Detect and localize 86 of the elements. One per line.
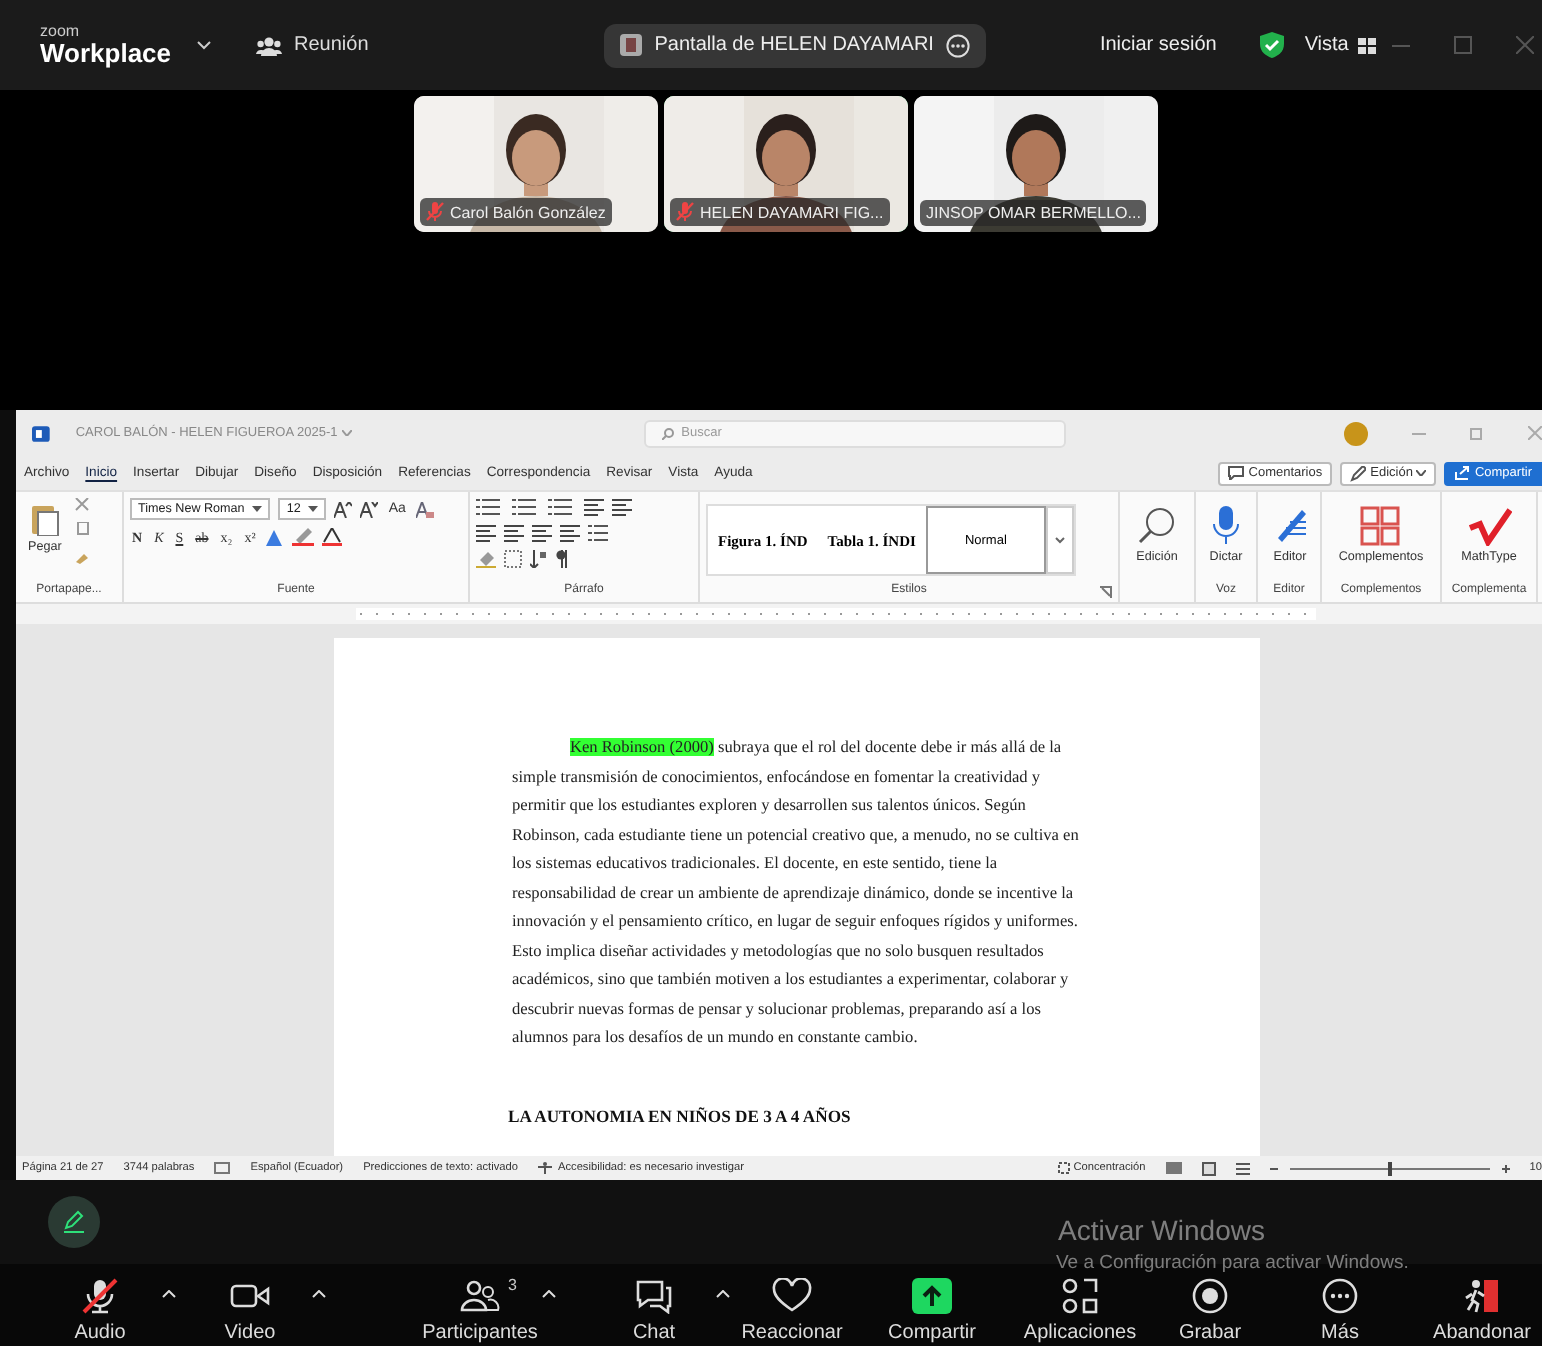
participant-name: Carol Balón González xyxy=(420,198,612,226)
body-paragraph: Ken Robinson (2000) subraya que el rol del docente debe ir más allá de la simple transmisión de conocimientos, enfocándose en fomentar la creatividad y permitir que los estudiantes exploren y desarrollen sus talentos únicos. Según Robinson, cada estudiante tiene un potencial creativo que, a menudo, no se cultiva en los sistemas educativos tradicionales. El docente, en este sentido, tiene la responsabilidad de crear un ambiente de aprendizaje dinámico, donde se incentive la innovación y el pensamiento crítico, en lugar de seguir enfoques rígidos y uniformes. Esto implica diseñar actividades y metodologías que no solo busquen resultados académicos, sino que también motiven a los estudiantes a experimentar, colaborar y descubrir nuevas formas de pensar y solucionar problemas, preparando así a los alumnos para los desafíos de un mundo en constante cambio. xyxy=(512,736,1081,1050)
zoom-slider[interactable] xyxy=(1269,1161,1510,1175)
activation-title: Activar Windows xyxy=(1058,1214,1267,1246)
borders-icon[interactable] xyxy=(504,550,522,568)
logo-caption: zoom xyxy=(40,24,82,40)
chevron-down-icon[interactable] xyxy=(252,506,263,512)
toolbar-button[interactable]: Abandonar xyxy=(1426,1276,1538,1346)
activation-text: Ve a Configuración para activar Windows. xyxy=(1056,1252,1409,1274)
print-layout-icon[interactable] xyxy=(1201,1161,1216,1175)
toolbar-button[interactable]: Grabar xyxy=(1154,1276,1266,1346)
list-icon[interactable] xyxy=(476,498,504,516)
more-icon xyxy=(1320,1278,1360,1314)
accessibility-icon xyxy=(538,1162,552,1174)
text-effects-icon[interactable] xyxy=(265,529,284,545)
shrink-font-icon[interactable] xyxy=(360,501,379,517)
app-logo: Workplace xyxy=(40,40,174,66)
word-icon xyxy=(32,425,50,441)
annotate-button[interactable] xyxy=(48,1196,100,1248)
list-icon[interactable] xyxy=(588,524,612,542)
proofing-icon[interactable] xyxy=(214,1162,231,1174)
more-icon xyxy=(945,33,970,57)
align-left-icon[interactable] xyxy=(476,524,496,542)
indent-icon[interactable] xyxy=(584,498,604,516)
toolbar-button[interactable]: Chat xyxy=(598,1276,710,1346)
toolbar-button[interactable]: Video xyxy=(194,1276,306,1346)
record-icon xyxy=(1190,1278,1230,1314)
chevron-down-icon[interactable] xyxy=(308,506,319,512)
sign-in-link[interactable]: Iniciar sesión xyxy=(1099,34,1217,56)
pilcrow-icon[interactable] xyxy=(556,550,568,568)
people-icon xyxy=(256,35,282,55)
microphone-icon xyxy=(1211,506,1240,546)
grid-icon xyxy=(1358,37,1377,53)
justify-icon[interactable] xyxy=(560,524,580,542)
pencil-icon xyxy=(62,1210,86,1234)
meeting-menu[interactable]: Reunión xyxy=(256,34,369,56)
people-icon xyxy=(460,1280,500,1312)
video-tile[interactable]: HELEN DAYAMARI FIG... xyxy=(664,96,908,232)
search-icon xyxy=(661,427,674,439)
video-tile[interactable]: JINSOP OMAR BERMELLO... xyxy=(914,96,1158,232)
toolbar-button[interactable]: Aplicaciones xyxy=(1024,1276,1136,1346)
heart-icon xyxy=(772,1278,812,1314)
toolbar-button[interactable]: Reaccionar xyxy=(736,1276,848,1346)
clear-format-icon[interactable] xyxy=(415,501,434,517)
video-tile[interactable]: Carol Balón González xyxy=(414,96,658,232)
list-icon[interactable] xyxy=(512,498,540,516)
square-root-icon xyxy=(1467,506,1511,546)
participant-name: JINSOP OMAR BERMELLO... xyxy=(920,200,1147,226)
web-layout-icon[interactable] xyxy=(1235,1161,1250,1175)
apps-icon xyxy=(1060,1278,1100,1314)
list-icon[interactable] xyxy=(548,498,576,516)
slider-thumb[interactable] xyxy=(1387,1161,1392,1175)
clipboard-icon xyxy=(29,502,60,536)
grow-font-icon[interactable] xyxy=(334,501,353,517)
participant-count: 3 xyxy=(508,1276,517,1294)
sort-icon[interactable] xyxy=(530,550,548,568)
view-menu[interactable]: Vista xyxy=(1304,34,1377,56)
toolbar-button[interactable]: Compartir xyxy=(876,1276,988,1346)
participant-name: HELEN DAYAMARI FIG... xyxy=(670,198,890,226)
shield-check-icon xyxy=(1260,32,1285,58)
align-right-icon[interactable] xyxy=(532,524,552,542)
share-screen-icon xyxy=(912,1278,952,1314)
add-ins-icon xyxy=(1360,506,1401,546)
screen-share-pill[interactable]: Pantalla de HELEN DAYAMARI xyxy=(604,23,986,67)
chevron-down-icon[interactable] xyxy=(196,40,212,50)
section-heading: LA AUTONOMIA EN NIÑOS DE 3 A 4 AÑOS xyxy=(508,1105,851,1125)
leave-icon xyxy=(1462,1278,1502,1314)
cut-icon[interactable] xyxy=(73,498,90,514)
toolbar-button[interactable]: 3 Participantes xyxy=(424,1276,536,1346)
outdent-icon[interactable] xyxy=(612,498,632,516)
font-color-icon[interactable] xyxy=(321,528,342,546)
align-center-icon[interactable] xyxy=(504,524,524,542)
chevron-down-icon xyxy=(1416,470,1427,476)
toolbar-button[interactable]: Más xyxy=(1284,1276,1396,1346)
comment-icon xyxy=(1228,466,1245,480)
chat-icon xyxy=(634,1278,674,1314)
pencil-icon xyxy=(1350,465,1367,481)
copy-icon[interactable] xyxy=(73,522,90,538)
highlighter-icon[interactable] xyxy=(291,528,314,546)
focus-icon xyxy=(1057,1162,1070,1174)
toolbar-button[interactable]: Audio xyxy=(44,1276,156,1346)
share-icon xyxy=(1454,466,1471,480)
read-mode-icon[interactable] xyxy=(1165,1162,1182,1174)
dialog-launcher-icon[interactable] xyxy=(1100,586,1112,598)
screen-share-icon xyxy=(620,34,643,56)
search-icon xyxy=(1135,506,1179,546)
